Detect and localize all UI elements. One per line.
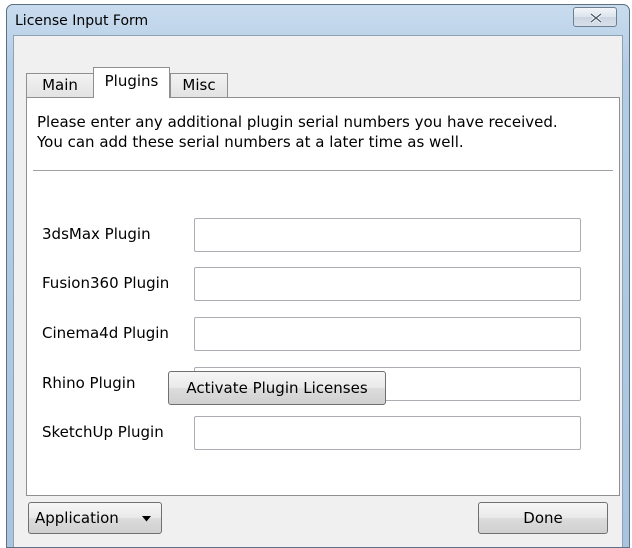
intro-text: Please enter any additional plugin seria… [37,112,558,152]
intro-line-2: You can add these serial numbers at a la… [37,133,464,151]
dialog-client-area: Main Plugins Misc Please enter any addit… [13,35,623,547]
chevron-down-icon [142,516,151,522]
sketchup-serial-input[interactable] [194,416,581,450]
label-3dsmax-plugin: 3dsMax Plugin [42,225,151,243]
close-icon [590,13,602,23]
tab-main[interactable]: Main [26,73,94,97]
close-button[interactable] [573,7,617,27]
window-title: License Input Form [15,13,149,29]
tab-misc[interactable]: Misc [170,73,228,97]
label-cinema4d-plugin: Cinema4d Plugin [42,324,169,342]
3dsmax-serial-input[interactable] [194,218,581,252]
application-dropdown[interactable]: Application [28,502,162,534]
fusion360-serial-input[interactable] [194,267,581,301]
intro-line-1: Please enter any additional plugin seria… [37,113,558,131]
label-fusion360-plugin: Fusion360 Plugin [42,274,170,292]
tab-plugins[interactable]: Plugins [93,67,170,98]
done-button[interactable]: Done [478,502,608,534]
label-rhino-plugin: Rhino Plugin [42,374,136,392]
license-input-window: License Input Form Main Plugins Misc Ple… [6,4,630,548]
cinema4d-serial-input[interactable] [194,317,581,351]
plugins-panel: Please enter any additional plugin seria… [26,97,620,496]
divider [33,170,613,171]
application-dropdown-label: Application [35,509,119,527]
title-bar[interactable]: License Input Form [7,5,629,35]
activate-plugin-licenses-button[interactable]: Activate Plugin Licenses [168,371,386,405]
label-sketchup-plugin: SketchUp Plugin [42,423,164,441]
